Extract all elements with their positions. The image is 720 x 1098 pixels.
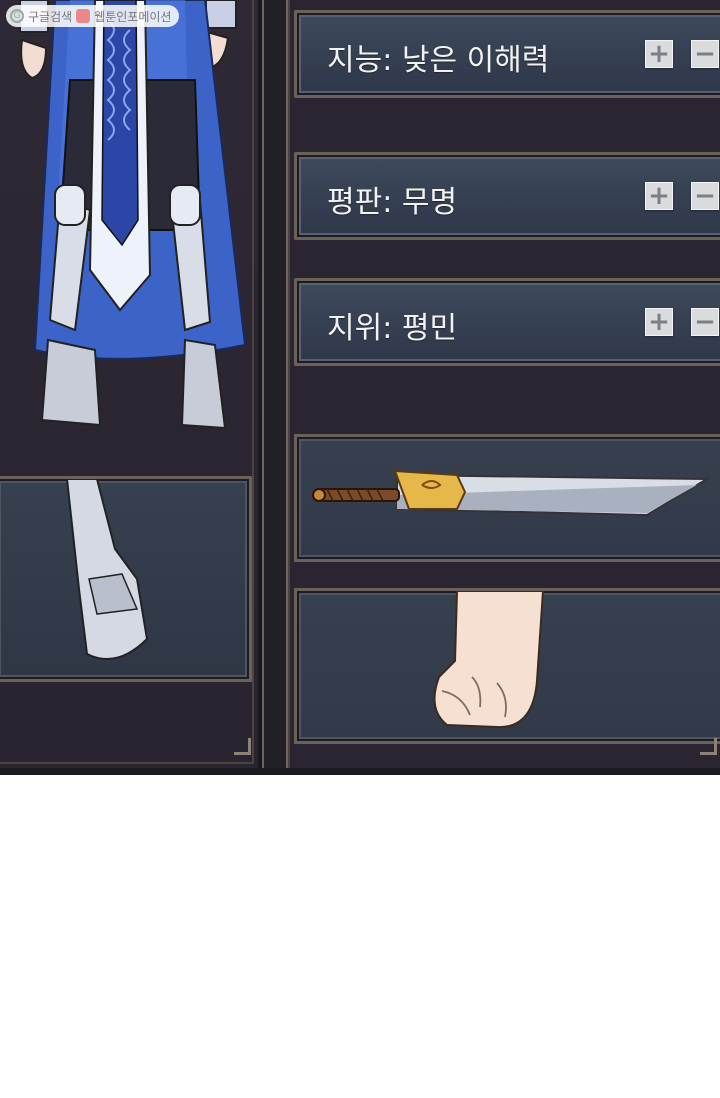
hand-slot[interactable] (294, 588, 720, 744)
decrease-button[interactable]: − (691, 308, 719, 336)
increase-button[interactable]: + (645, 40, 673, 68)
character-figure (19, 0, 247, 430)
increase-button[interactable]: + (645, 308, 673, 336)
frame-corner (234, 738, 251, 755)
watermark-left-text: 구글검색 (28, 9, 73, 24)
decrease-button[interactable]: − (691, 182, 719, 210)
fist-icon (433, 591, 545, 729)
panel-bottom-edge (0, 768, 720, 775)
boot-icon (65, 479, 149, 660)
logo-icon (76, 9, 91, 23)
watermark: G 구글검색 웹툰인포메이션 (6, 5, 180, 27)
search-icon: G (10, 9, 24, 23)
weapon-slot[interactable] (294, 434, 720, 562)
stat-intelligence: 지능: 낮은 이해력 + − (294, 10, 720, 98)
character-column (0, 0, 265, 770)
frame-corner (700, 738, 717, 755)
decrease-button[interactable]: − (691, 40, 719, 68)
stat-label: 지능: 낮은 이해력 (327, 43, 550, 78)
stat-status: 지위: 평민 + − (294, 278, 720, 366)
panel-divider (264, 0, 288, 770)
status-panel: 지능: 낮은 이해력 + − 평판: 무명 + − 지위: 평민 + − G 구… (0, 0, 720, 775)
stat-label: 평판: 무명 (327, 185, 458, 220)
increase-button[interactable]: + (645, 182, 673, 210)
stat-label: 지위: 평민 (327, 311, 458, 346)
boots-slot[interactable] (0, 476, 252, 682)
watermark-right-text: 웹툰인포메이션 (94, 9, 172, 24)
dagger-icon (312, 469, 711, 517)
stat-reputation: 평판: 무명 + − (294, 152, 720, 240)
